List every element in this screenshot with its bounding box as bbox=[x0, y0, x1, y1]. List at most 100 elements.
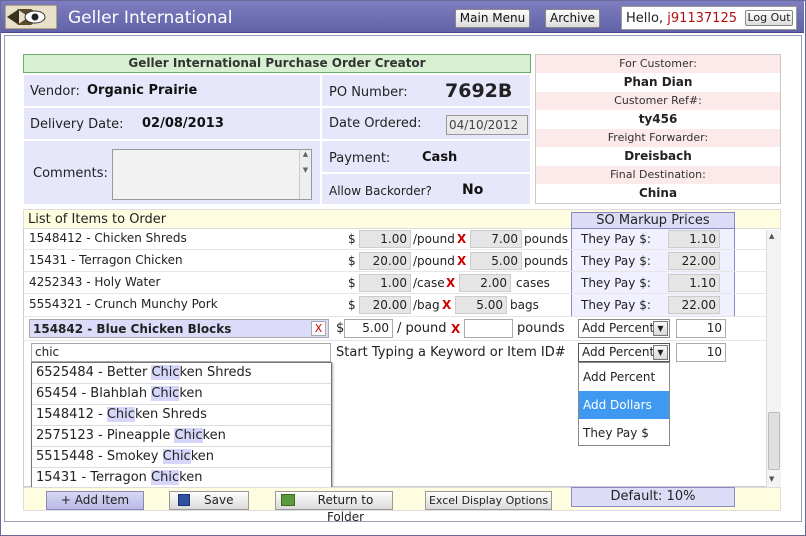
they-pay-label: They Pay $: bbox=[581, 276, 651, 290]
suggestion-match: Chic bbox=[151, 470, 180, 485]
excel-display-options-button[interactable]: Excel Display Options bbox=[425, 491, 552, 510]
greeting: Hello, j91137125 bbox=[626, 11, 737, 26]
remove-item-button[interactable]: X bbox=[311, 321, 326, 336]
main-menu-button[interactable]: Main Menu bbox=[455, 9, 530, 28]
markup-type-dropdown: Add Percent Add Dollars They Pay $ bbox=[578, 362, 670, 446]
comments-scrollbar[interactable]: ▲ ▼ bbox=[299, 150, 311, 199]
backorder-cell: Allow Backorder? No bbox=[321, 173, 531, 205]
quantity-unit: pounds bbox=[524, 254, 569, 268]
markup-type-select[interactable]: Add Percent ▼ bbox=[578, 343, 670, 362]
markup-value-input[interactable]: 10 bbox=[676, 319, 726, 338]
times-icon: X bbox=[442, 298, 452, 312]
they-pay-label: They Pay $: bbox=[581, 298, 651, 312]
price-field[interactable]: 20.00 bbox=[359, 252, 411, 270]
suggestion-match: Chic bbox=[162, 449, 191, 464]
quantity-field[interactable]: 5.00 bbox=[455, 296, 507, 314]
quantity-field[interactable]: 7.00 bbox=[470, 230, 522, 248]
logout-button[interactable]: Log Out bbox=[745, 10, 793, 26]
suggestion-match: Chic bbox=[151, 386, 180, 401]
option-add-dollars[interactable]: Add Dollars bbox=[579, 391, 669, 419]
quantity-field[interactable]: 2.00 bbox=[459, 274, 511, 292]
suggestion-prefix: 15431 - Terragon bbox=[36, 470, 152, 485]
date-ordered-field[interactable]: 04/10/2012 bbox=[446, 115, 528, 135]
comments-textarea[interactable]: ▲ ▼ bbox=[112, 149, 312, 200]
suggestion-item[interactable]: 5515448 - Smokey Chicken bbox=[32, 447, 331, 468]
greeting-prefix: Hello, bbox=[626, 11, 668, 26]
new-price-input[interactable]: 5.00 bbox=[344, 319, 393, 338]
suggestion-item[interactable]: 1548412 - Chicken Shreds bbox=[32, 405, 331, 426]
suggestion-item[interactable]: 2575123 - Pineapple Chicken bbox=[32, 426, 331, 447]
suggestion-match: Chic bbox=[106, 407, 135, 422]
times-icon: X bbox=[446, 276, 456, 290]
item-name: 5554321 - Crunch Munchy Pork bbox=[29, 297, 218, 311]
payment-cell: Payment: Cash bbox=[321, 140, 531, 173]
markup-header: SO Markup Prices bbox=[571, 212, 735, 229]
save-button[interactable]: Save bbox=[169, 491, 249, 510]
they-pay-value[interactable]: 1.10 bbox=[668, 230, 720, 248]
they-pay-value[interactable]: 1.10 bbox=[668, 274, 720, 292]
item-search-input[interactable]: chic bbox=[31, 343, 331, 362]
delivery-cell: Delivery Date: 02/08/2013 bbox=[23, 107, 321, 140]
price-field[interactable]: 1.00 bbox=[359, 230, 411, 248]
selected-item-field[interactable]: 154842 - Blue Chicken Blocks X bbox=[29, 319, 329, 338]
suggestion-suffix: ken Shreds bbox=[134, 407, 207, 422]
scroll-up-icon[interactable]: ▲ bbox=[769, 232, 774, 240]
app-title: Geller International bbox=[68, 8, 233, 28]
form-title: Geller International Purchase Order Crea… bbox=[23, 54, 531, 73]
option-they-pay[interactable]: They Pay $ bbox=[579, 419, 669, 447]
suggestion-item[interactable]: 15431 - Terragon Chicken bbox=[32, 468, 331, 489]
po-number-label: PO Number: bbox=[329, 85, 408, 100]
return-to-folder-button[interactable]: Return to Folder bbox=[275, 491, 393, 524]
price-field[interactable]: 20.00 bbox=[359, 296, 411, 314]
customer-panel: For Customer: Phan Dian Customer Ref#: t… bbox=[535, 54, 781, 204]
backorder-label: Allow Backorder? bbox=[329, 184, 432, 198]
price-field[interactable]: 1.00 bbox=[359, 274, 411, 292]
add-item-button[interactable]: + Add Item bbox=[46, 491, 144, 510]
suggestion-item[interactable]: 65454 - Blahblah Chicken bbox=[32, 384, 331, 405]
chevron-down-icon: ▼ bbox=[653, 345, 668, 360]
quantity-unit: pounds bbox=[517, 321, 565, 336]
row-divider bbox=[23, 293, 767, 294]
suggestion-suffix: ken bbox=[190, 449, 215, 464]
unit-label: /bag bbox=[413, 298, 440, 312]
they-pay-value[interactable]: 22.00 bbox=[668, 252, 720, 270]
markup-value-input[interactable]: 10 bbox=[676, 343, 726, 362]
scroll-down-icon[interactable]: ▼ bbox=[769, 475, 774, 483]
unit-label: /pound bbox=[413, 232, 455, 246]
quantity-unit: cases bbox=[516, 276, 550, 290]
unit-label: /case bbox=[413, 276, 445, 290]
currency-symbol: $ bbox=[348, 298, 356, 312]
date-ordered-label: Date Ordered: bbox=[329, 116, 422, 131]
scrollbar-thumb[interactable] bbox=[768, 412, 780, 470]
suggestion-item[interactable]: 6525484 - Better Chicken Shreds bbox=[32, 363, 331, 384]
option-add-percent[interactable]: Add Percent bbox=[579, 363, 669, 391]
items-scrollbar[interactable]: ▲ ▼ bbox=[766, 230, 781, 487]
freight-forwarder-label: Freight Forwarder: bbox=[536, 129, 780, 147]
vendor-value: Organic Prairie bbox=[87, 83, 198, 98]
markup-type-value: Add Percent bbox=[582, 321, 655, 335]
customer-ref-label: Customer Ref#: bbox=[536, 92, 780, 110]
currency-symbol: $ bbox=[348, 254, 356, 268]
new-quantity-input[interactable] bbox=[464, 319, 513, 338]
they-pay-label: They Pay $: bbox=[581, 232, 651, 246]
markup-type-select[interactable]: Add Percent ▼ bbox=[578, 319, 670, 338]
currency-symbol: $ bbox=[348, 276, 356, 290]
items-list-title: List of Items to Order bbox=[28, 212, 167, 227]
they-pay-value[interactable]: 22.00 bbox=[668, 296, 720, 314]
quantity-field[interactable]: 5.00 bbox=[470, 252, 522, 270]
po-number-value: 7692B bbox=[445, 80, 513, 102]
final-destination-value: China bbox=[536, 184, 780, 203]
chevron-down-icon: ▼ bbox=[653, 321, 668, 336]
row-divider bbox=[23, 271, 767, 272]
comments-label: Comments: bbox=[33, 166, 108, 181]
customer-ref-value: ty456 bbox=[536, 110, 780, 129]
user-box: Hello, j91137125 Log Out bbox=[621, 6, 797, 30]
suggestion-suffix: ken bbox=[202, 428, 226, 443]
markup-type-value: Add Percent bbox=[582, 345, 655, 359]
archive-button[interactable]: Archive bbox=[545, 9, 600, 28]
times-icon: X bbox=[457, 232, 467, 246]
po-number-cell: PO Number: 7692B bbox=[321, 74, 531, 107]
date-ordered-cell: Date Ordered: 04/10/2012 bbox=[321, 107, 531, 140]
times-icon: X bbox=[457, 254, 467, 268]
selected-item-name: 154842 - Blue Chicken Blocks bbox=[33, 322, 232, 336]
